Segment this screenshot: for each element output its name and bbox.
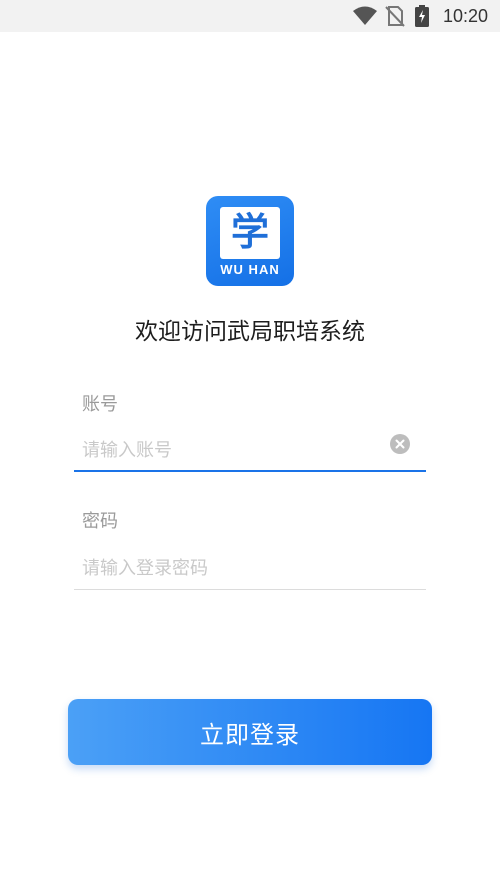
no-sim-icon bbox=[385, 6, 405, 27]
logo-character: 学 bbox=[230, 209, 269, 254]
clear-icon bbox=[395, 439, 405, 449]
logo-text: WU HAN bbox=[220, 262, 280, 277]
account-label: 账号 bbox=[82, 394, 118, 415]
app-logo: 学 WU HAN bbox=[206, 196, 294, 286]
wifi-icon bbox=[353, 6, 377, 25]
account-input[interactable] bbox=[74, 430, 426, 470]
account-underline bbox=[74, 470, 426, 472]
welcome-title: 欢迎访问武局职培系统 bbox=[135, 319, 365, 345]
password-label: 密码 bbox=[82, 511, 118, 532]
book-icon: 学 bbox=[220, 207, 280, 259]
password-underline bbox=[74, 589, 426, 590]
status-bar: 10:20 bbox=[0, 0, 500, 32]
clear-account-button[interactable] bbox=[390, 434, 410, 454]
status-time: 10:20 bbox=[442, 6, 488, 26]
password-input[interactable] bbox=[74, 548, 426, 588]
battery-charging-icon bbox=[415, 5, 429, 27]
login-button[interactable]: 立即登录 bbox=[68, 699, 432, 765]
